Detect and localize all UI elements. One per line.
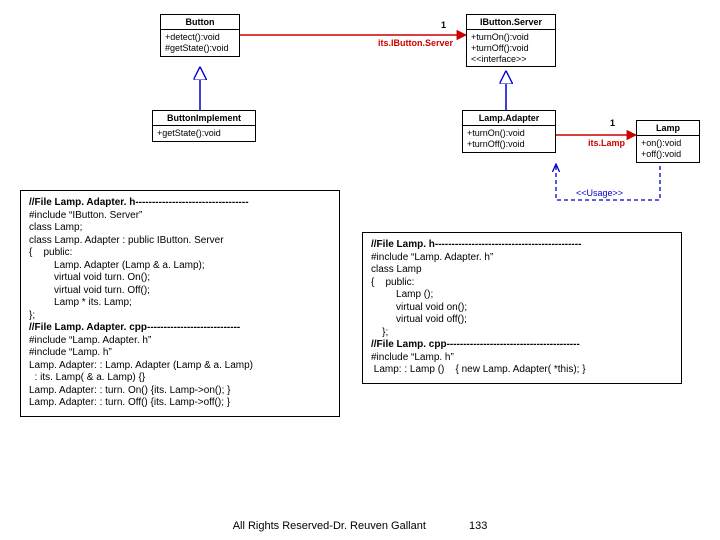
code-line: Lamp. Adapter: : Lamp. Adapter (Lamp & a… [29,360,331,373]
code-line: Lamp (); [371,289,673,302]
footer: All Rights Reserved-Dr. Reuven Gallant 1… [0,520,720,532]
uml-button: Button +detect():void #getState():void [160,14,240,57]
uml-op: #getState():void [165,43,235,54]
code-line: }; [29,310,331,323]
uml-op: +turnOff():void [471,43,551,54]
uml-op: +getState():void [157,128,251,139]
uml-op: +turnOn():void [471,32,551,43]
code-line: Lamp: : Lamp () { new Lamp. Adapter( *th… [371,364,673,377]
code-line: Lamp * its. Lamp; [29,297,331,310]
code-line: virtual void on(); [371,302,673,315]
code-box-lamp: //File Lamp. h--------------------------… [362,232,682,384]
code-line: virtual void turn. On(); [29,272,331,285]
uml-ibuttonserver-title: IButton.Server [467,15,555,30]
code-line: //File Lamp. h--------------------------… [371,239,673,252]
uml-op: +on():void [641,138,695,149]
assoc-label-lamp: its.Lamp [588,138,625,148]
code-box-lampadapter: //File Lamp. Adapter. h-----------------… [20,190,340,417]
uml-op: <<interface>> [471,54,551,65]
page-number: 133 [469,520,487,532]
mult-label: 1 [441,20,446,30]
code-line: { public: [371,277,673,290]
code-line: class Lamp [371,264,673,277]
uml-op: +turnOn():void [467,128,551,139]
code-line: //File Lamp. Adapter. h-----------------… [29,197,331,210]
code-line: Lamp. Adapter: : turn. Off() {its. Lamp-… [29,397,331,410]
uml-lampadapter-title: Lamp.Adapter [463,111,555,126]
code-line: virtual void off(); [371,314,673,327]
code-line: #include “Lamp. Adapter. h” [29,335,331,348]
uml-op: +turnOff():void [467,139,551,150]
uml-op: +off():void [641,149,695,160]
assoc-label-ibutton: its.IButton.Server [378,38,453,48]
uml-lampadapter: Lamp.Adapter +turnOn():void +turnOff():v… [462,110,556,153]
code-line: }; [371,327,673,340]
code-line: class Lamp; [29,222,331,235]
uml-op: +detect():void [165,32,235,43]
code-line: #include “IButton. Server” [29,210,331,223]
uml-lamp: Lamp +on():void +off():void [636,120,700,163]
code-line: #include “Lamp. h” [29,347,331,360]
mult-label: 1 [610,118,615,128]
code-line: Lamp. Adapter (Lamp & a. Lamp); [29,260,331,273]
uml-ibuttonserver: IButton.Server +turnOn():void +turnOff()… [466,14,556,67]
usage-label: <<Usage>> [576,188,623,198]
uml-button-title: Button [161,15,239,30]
code-line: #include “Lamp. h” [371,352,673,365]
uml-buttonimpl-title: ButtonImplement [153,111,255,126]
uml-lamp-title: Lamp [637,121,699,136]
code-line: //File Lamp. cpp------------------------… [371,339,673,352]
code-line: Lamp. Adapter: : turn. On() {its. Lamp->… [29,385,331,398]
code-line: : its. Lamp( & a. Lamp) {} [29,372,331,385]
code-line: class Lamp. Adapter : public IButton. Se… [29,235,331,248]
footer-text: All Rights Reserved-Dr. Reuven Gallant [233,520,426,532]
code-line: #include “Lamp. Adapter. h” [371,252,673,265]
code-line: //File Lamp. Adapter. cpp---------------… [29,322,331,335]
uml-buttonimpl: ButtonImplement +getState():void [152,110,256,142]
code-line: virtual void turn. Off(); [29,285,331,298]
code-line: { public: [29,247,331,260]
